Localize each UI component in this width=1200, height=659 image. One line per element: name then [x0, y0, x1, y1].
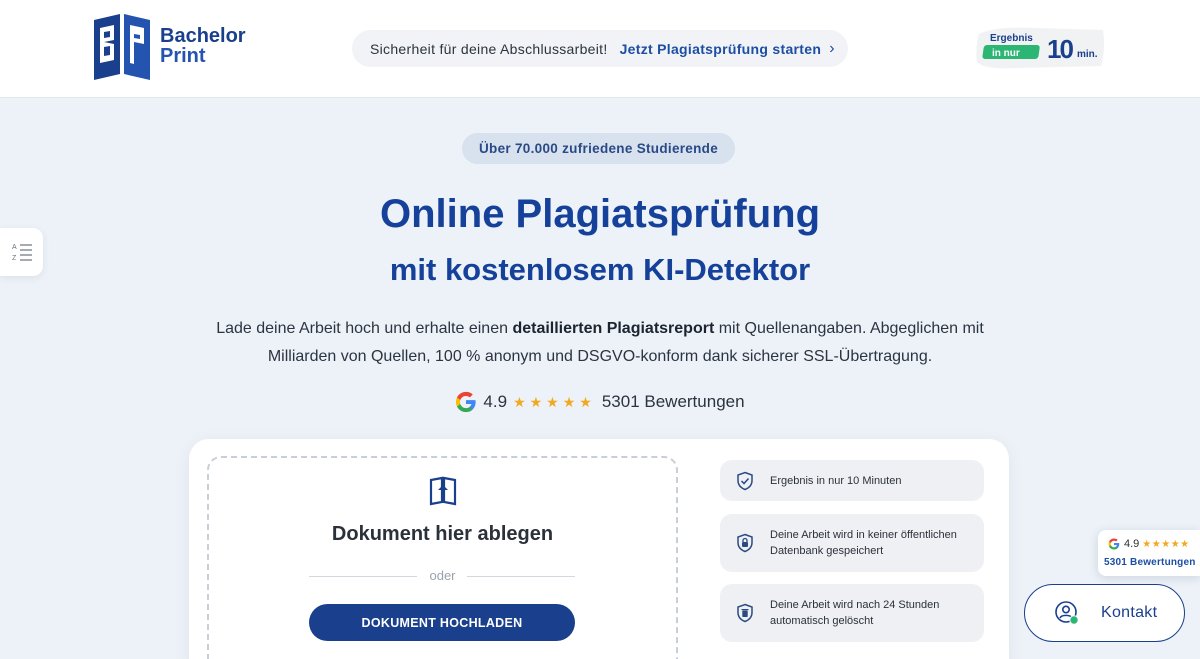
- hero-description: Lade deine Arbeit hoch und erhalte einen…: [200, 315, 1000, 371]
- google-g-icon: [456, 391, 477, 413]
- feature-result-time: Ergebnis in nur 10 Minuten: [720, 460, 984, 501]
- contact-button[interactable]: Kontakt: [1024, 584, 1185, 642]
- page-subtitle: mit kostenlosem KI-Detektor: [389, 252, 811, 287]
- google-rating: 4.9 ★★★★★ 5301 Bewertungen: [0, 391, 1200, 413]
- upload-book-icon: [423, 470, 463, 510]
- brand-name: Bachelor Print: [160, 26, 246, 66]
- result-10-min-badge: Ergebnis in nur 10 min.: [976, 27, 1105, 69]
- user-online-icon: [1055, 601, 1079, 625]
- brand-line-1: Bachelor: [160, 25, 246, 47]
- feature-private-database: Deine Arbeit wird in keiner öffentlichen…: [720, 514, 984, 572]
- google-reviews-widget[interactable]: 4.9 ★★★★★ 5301 Bewertungen: [1098, 530, 1200, 576]
- lock-icon: [720, 533, 770, 553]
- google-g-icon: [1108, 538, 1120, 550]
- badge-unit: min.: [1077, 49, 1098, 60]
- widget-rating-row: 4.9 ★★★★★: [1108, 538, 1190, 550]
- widget-stars: ★★★★★: [1142, 538, 1190, 550]
- page-title: Online Plagiatsprüfung: [379, 192, 821, 236]
- feature-text: Ergebnis in nur 10 Minuten: [770, 474, 902, 487]
- widget-score: 4.9: [1124, 538, 1140, 550]
- desc-bold: detaillierten Plagiatsreport: [512, 320, 715, 337]
- upload-document-button[interactable]: DOKUMENT HOCHLADEN: [309, 604, 575, 641]
- or-label: oder: [429, 568, 456, 583]
- trash-icon: [720, 603, 770, 623]
- announcement-bar[interactable]: Sicherheit für deine Abschlussarbeit! Je…: [352, 30, 848, 67]
- shield-check-icon: [720, 471, 770, 491]
- brand-logo[interactable]: Bachelor Print: [90, 11, 260, 81]
- badge-line-1: Ergebnis: [990, 33, 1033, 44]
- brand-line-2: Print: [160, 45, 206, 67]
- widget-count: 5301 Bewertungen: [1104, 557, 1196, 568]
- site-header: Bachelor Print Sicherheit für deine Absc…: [0, 0, 1200, 98]
- rating-count: 5301 Bewertungen: [601, 392, 745, 411]
- logo-book-icon: [94, 14, 150, 80]
- social-proof-pill: Über 70.000 zufriedene Studierende: [462, 133, 735, 164]
- svg-text:A: A: [12, 244, 17, 251]
- rating-score: 4.9: [483, 392, 508, 411]
- divider-right: [467, 576, 575, 577]
- contact-label: Kontakt: [1101, 604, 1158, 621]
- chevron-right-icon: ›: [829, 39, 835, 57]
- feature-auto-delete: Deine Arbeit wird nach 24 Stunden automa…: [720, 584, 984, 642]
- announcement-text: Sicherheit für deine Abschlussarbeit!: [370, 40, 608, 57]
- feature-text: Deine Arbeit wird in keiner öffentlichen…: [770, 529, 957, 557]
- rating-stars: ★★★★★: [513, 393, 596, 410]
- desc-part-1: Lade deine Arbeit hoch und erhalte einen: [216, 320, 513, 337]
- badge-line-2: in nur: [992, 48, 1020, 59]
- badge-number: 10: [1047, 34, 1073, 64]
- dropzone-title: Dokument hier ablegen: [331, 523, 554, 545]
- announcement-cta-link[interactable]: Jetzt Plagiatsprüfung starten: [620, 41, 822, 57]
- feature-text: Deine Arbeit wird nach 24 Stunden automa…: [770, 599, 940, 627]
